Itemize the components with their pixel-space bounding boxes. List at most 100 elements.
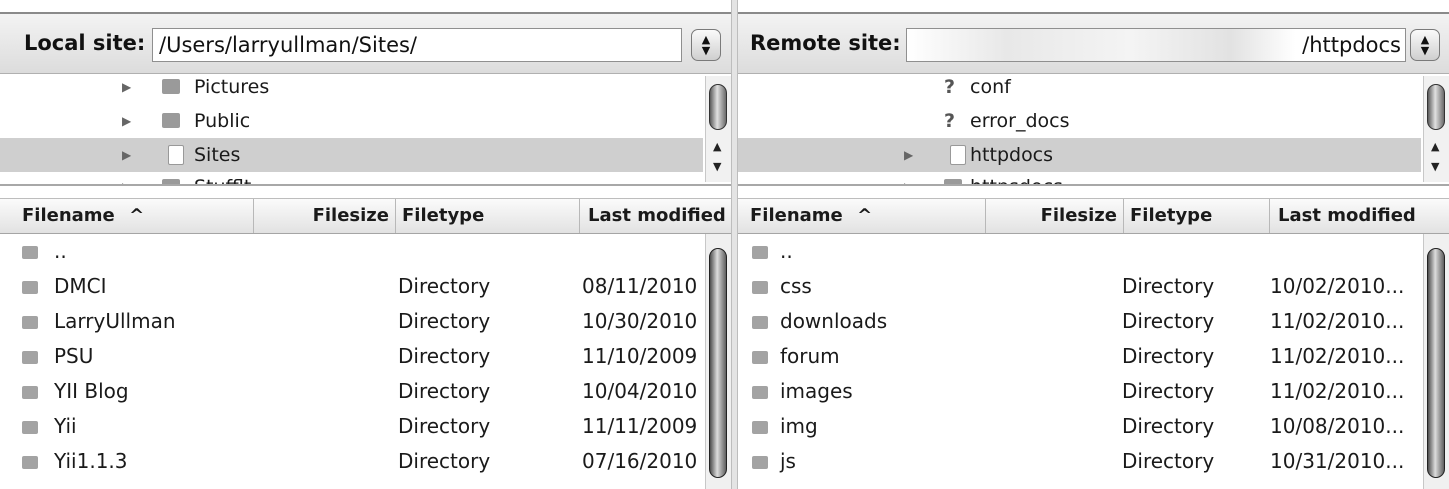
folder-open-icon [168,145,184,165]
folder-icon [22,456,38,469]
remote-directory-tree: ? conf ? error_docs ▶ httpdocs ▶ httpsdo… [738,74,1449,186]
local-tree-scrollbar[interactable]: ▲ ▼ [705,76,731,182]
column-filename[interactable]: Filename ^ [0,199,254,233]
remote-site-bar: Remote site: /httpdocs ▲ ▼ [738,12,1449,74]
column-label: Filename [750,205,843,226]
folder-icon [752,351,768,364]
tree-item[interactable]: ▶ httpsdocs [738,170,1421,184]
local-list-scrollbar[interactable] [705,234,731,489]
folder-icon [162,179,180,184]
tree-item-selected[interactable]: ▶ Sites [0,138,703,172]
file-name: .. [54,239,67,263]
folder-open-icon [950,145,966,165]
column-label: Filename [22,205,115,226]
column-last-modified[interactable]: Last modified [580,199,731,233]
remote-file-list: .. css Directory 10/02/2010... downloads… [738,234,1449,489]
stepper-down-icon: ▼ [701,44,711,57]
table-row[interactable]: Yii Directory 11/11/2009 [0,409,705,444]
file-type: Directory [1122,449,1215,473]
table-row[interactable]: js Directory 10/31/2010... [738,444,1423,479]
scroll-thumb[interactable] [1427,248,1445,478]
table-row[interactable]: YII Blog Directory 10/04/2010 [0,374,705,409]
local-path-input[interactable]: /Users/larryullman/Sites/ [152,28,682,62]
expand-arrow-icon[interactable]: ▶ [904,170,913,184]
table-row[interactable]: .. [738,234,1423,269]
scroll-thumb[interactable] [709,248,727,478]
column-filetype[interactable]: Filetype [396,199,580,233]
expand-arrow-icon[interactable]: ▶ [904,138,913,172]
file-name: .. [780,239,793,263]
local-site-bar: Local site: /Users/larryullman/Sites/ ▲ … [0,12,731,74]
file-name: LarryUllman [54,309,176,333]
scroll-up-icon[interactable]: ▲ [1431,140,1439,153]
table-row[interactable]: DMCI Directory 08/11/2010 [0,269,705,304]
table-row[interactable]: images Directory 11/02/2010... [738,374,1423,409]
folder-icon [22,281,38,294]
folder-icon [752,246,768,259]
file-type: Directory [1122,309,1215,333]
remote-path-input[interactable]: /httpdocs [906,28,1406,62]
file-modified: 11/10/2009 [582,344,698,368]
remote-tree-scrollbar[interactable]: ▲ ▼ [1423,76,1449,182]
scroll-thumb[interactable] [709,84,727,130]
table-row[interactable]: forum Directory 11/02/2010... [738,339,1423,374]
column-filename[interactable]: Filename ^ [738,199,986,233]
remote-path-stepper[interactable]: ▲ ▼ [1410,29,1440,61]
scroll-thumb[interactable] [1427,84,1445,130]
file-modified: 10/30/2010 [582,309,698,333]
file-name: PSU [54,344,94,368]
tree-item[interactable]: ▶ Stufflt [0,170,703,184]
table-row[interactable]: .. [0,234,705,269]
file-modified: 10/04/2010 [582,379,698,403]
tree-item-label: conf [970,76,1011,98]
file-type: Directory [398,309,491,333]
folder-icon [752,386,768,399]
local-file-list: .. DMCI Directory 08/11/2010 LarryUllman… [0,234,731,489]
expand-arrow-icon[interactable]: ▶ [122,104,131,138]
file-type: Directory [1122,379,1215,403]
file-name: js [780,449,796,473]
expand-arrow-icon[interactable]: ▶ [122,170,131,184]
table-row[interactable]: PSU Directory 11/10/2009 [0,339,705,374]
tree-item[interactable]: ▶ Public [0,104,703,138]
local-path-stepper[interactable]: ▲ ▼ [691,29,721,61]
file-modified: 10/02/2010... [1270,274,1405,298]
table-row[interactable]: img Directory 10/08/2010... [738,409,1423,444]
file-modified: 07/16/2010 [582,449,698,473]
folder-icon [22,246,38,259]
scroll-down-icon[interactable]: ▼ [1431,160,1439,173]
table-row[interactable]: css Directory 10/02/2010... [738,269,1423,304]
table-row[interactable]: Yii1.1.3 Directory 07/16/2010 [0,444,705,479]
file-type: Directory [398,414,491,438]
tree-item[interactable]: ▶ Pictures [0,74,703,104]
table-row[interactable]: LarryUllman Directory 10/30/2010 [0,304,705,339]
tree-item[interactable]: ? error_docs [738,104,1421,138]
file-type: Directory [398,379,491,403]
tree-item-selected[interactable]: ▶ httpdocs [738,138,1421,172]
file-modified: 10/08/2010... [1270,414,1405,438]
file-modified: 11/02/2010... [1270,379,1405,403]
table-row[interactable]: downloads Directory 11/02/2010... [738,304,1423,339]
folder-icon [752,456,768,469]
folder-icon [162,79,180,94]
local-directory-tree: ▶ Pictures ▶ Public ▶ Sites ▶ Stufflt ▲ … [0,74,731,186]
column-last-modified[interactable]: Last modified [1270,199,1449,233]
file-type: Directory [398,274,491,298]
pane-divider[interactable] [731,0,738,489]
file-type: Directory [398,344,491,368]
scroll-down-icon[interactable]: ▼ [713,160,721,173]
expand-arrow-icon[interactable]: ▶ [122,74,131,104]
column-filesize[interactable]: Filesize [254,199,396,233]
folder-icon [22,351,38,364]
file-name: forum [780,344,840,368]
file-modified: 11/11/2009 [582,414,698,438]
tree-item[interactable]: ? conf [738,74,1421,104]
unknown-folder-icon: ? [944,76,956,98]
expand-arrow-icon[interactable]: ▶ [122,138,131,172]
local-site-label: Local site: [24,31,146,55]
column-filesize[interactable]: Filesize [986,199,1124,233]
remote-list-scrollbar[interactable] [1423,234,1449,489]
column-filetype[interactable]: Filetype [1124,199,1270,233]
local-pane: Local site: /Users/larryullman/Sites/ ▲ … [0,0,731,489]
scroll-up-icon[interactable]: ▲ [713,140,721,153]
